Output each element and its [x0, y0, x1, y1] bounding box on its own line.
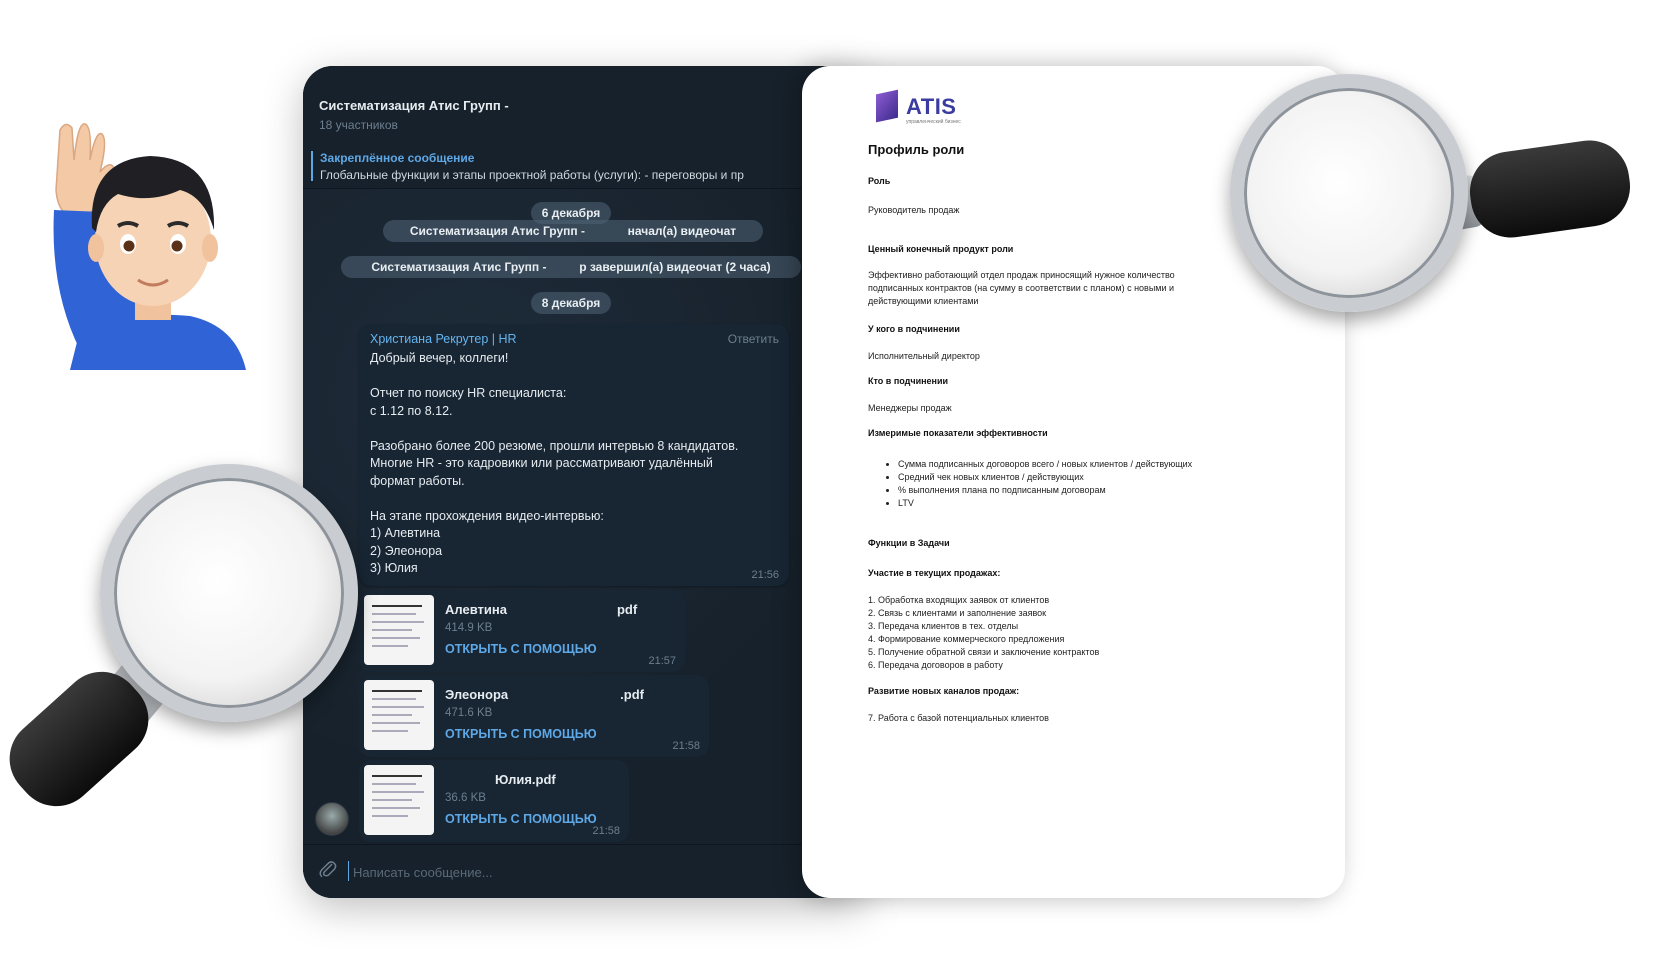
- list-item: 1. Обработка входящих заявок от клиентов: [868, 595, 1050, 605]
- service-right: начал(а) видеочат: [627, 224, 737, 238]
- list-item: 7. Работа с базой потенциальных клиентов: [868, 713, 1049, 723]
- section-heading: Измеримые показатели эффективности: [868, 428, 1048, 438]
- raising-hand-person-icon: [40, 120, 250, 370]
- pinned-title: Закреплённое сообщение: [320, 151, 475, 165]
- file-size: 414.9 KB: [445, 622, 493, 634]
- list-item: LTV: [898, 497, 1192, 510]
- reply-button[interactable]: Ответить: [728, 332, 779, 346]
- list-item: 2. Связь с клиентами и заполнение заявок: [868, 608, 1047, 618]
- file-size: 471.6 KB: [445, 707, 493, 719]
- file-time: 21:57: [648, 655, 676, 667]
- message-composer: [303, 844, 863, 898]
- file-time: 21:58: [592, 825, 620, 837]
- message-time: 21:56: [751, 569, 779, 581]
- file-name: Юлия.pdf: [495, 772, 556, 787]
- section-heading: У кого в подчинении: [868, 324, 960, 334]
- pdf-thumbnail[interactable]: [364, 595, 434, 665]
- section-heading: Роль: [868, 176, 891, 186]
- text-caret: [348, 861, 349, 881]
- service-left: Систематизация Атис Групп -: [371, 260, 547, 274]
- document-title: Профиль роли: [868, 142, 965, 157]
- new-channels-list: 7. Работа с базой потенциальных клиентов: [868, 712, 1049, 725]
- chat-window: Систематизация Атис Групп - 18 участнико…: [303, 66, 863, 898]
- message-bubble[interactable]: Христиана Рекрутер | HR Ответить Добрый …: [359, 324, 789, 586]
- atis-logo-text: ATIS: [906, 94, 957, 119]
- service-message-video-start: Систематизация Атис Групп - начал(а) вид…: [383, 220, 763, 242]
- file-name: Элеонора .pdf: [445, 687, 644, 702]
- magnifying-glass-icon: [1230, 74, 1650, 334]
- service-message-video-end: Систематизация Атис Групп - р завершил(а…: [341, 256, 801, 278]
- file-attachment[interactable]: Алевтина pdf 414.9 KB ОТКРЫТЬ С ПОМОЩЬЮ 2…: [359, 590, 685, 672]
- date-badge: 8 декабря: [531, 292, 611, 314]
- section-text: Эффективно работающий отдел продаж прино…: [868, 270, 1175, 280]
- section-text: Исполнительный директор: [868, 351, 980, 361]
- file-attachment[interactable]: Элеонора .pdf 471.6 KB ОТКРЫТЬ С ПОМОЩЬЮ …: [359, 675, 709, 757]
- service-right: р завершил(а) видеочат (2 часа): [579, 260, 771, 274]
- message-text: Добрый вечер, коллеги! Отчет по поиску H…: [370, 351, 739, 575]
- section-heading: Ценный конечный продукт роли: [868, 244, 1014, 254]
- list-item: 4. Формирование коммерческого предложени…: [868, 634, 1065, 644]
- current-sales-list: 1. Обработка входящих заявок от клиентов…: [868, 594, 1099, 672]
- file-name: Алевтина pdf: [445, 602, 638, 617]
- section-text: Менеджеры продаж: [868, 403, 952, 413]
- group-title: Систематизация Атис Групп -: [319, 98, 509, 113]
- section-text: Руководитель продаж: [868, 205, 960, 215]
- magnifying-glass-icon: [0, 464, 370, 844]
- paperclip-icon[interactable]: [317, 859, 341, 883]
- atis-logo-mark: [876, 89, 898, 123]
- member-count: 18 участников: [319, 118, 398, 132]
- message-author[interactable]: Христиана Рекрутер | HR: [370, 332, 517, 346]
- section-text: подписанных контрактов (на сумму в соотв…: [868, 283, 1175, 293]
- open-with-button[interactable]: ОТКРЫТЬ С ПОМОЩЬЮ: [445, 812, 597, 826]
- list-item: Сумма подписанных договоров всего / новы…: [898, 458, 1192, 471]
- pdf-thumbnail[interactable]: [364, 680, 434, 750]
- section-heading: Участие в текущих продажах:: [868, 568, 1001, 578]
- pinned-accent-bar: [311, 151, 313, 181]
- pinned-message[interactable]: Закреплённое сообщение Глобальные функци…: [303, 144, 863, 189]
- list-item: Средний чек новых клиентов / действующих: [898, 471, 1192, 484]
- list-item: 5. Получение обратной связи и заключение…: [868, 647, 1100, 657]
- file-attachment[interactable]: Юлия.pdf 36.6 KB ОТКРЫТЬ С ПОМОЩЬЮ 21:58: [359, 760, 629, 842]
- chat-header[interactable]: Систематизация Атис Групп - 18 участнико…: [303, 66, 863, 145]
- list-item: 6. Передача договоров в работу: [868, 660, 1003, 670]
- open-with-button[interactable]: ОТКРЫТЬ С ПОМОЩЬЮ: [445, 727, 597, 741]
- list-item: 3. Передача клиентов в тех. отделы: [868, 621, 1019, 631]
- service-left: Систематизация Атис Групп -: [409, 224, 585, 238]
- kpi-list: Сумма подписанных договоров всего / новы…: [884, 458, 1192, 510]
- file-time: 21:58: [672, 740, 700, 752]
- list-item: % выполнения плана по подписанным догово…: [898, 484, 1192, 497]
- section-heading: Кто в подчинении: [868, 376, 949, 386]
- message-input[interactable]: [351, 857, 815, 887]
- section-heading: Функции в Задачи: [868, 538, 950, 548]
- pdf-thumbnail[interactable]: [364, 765, 434, 835]
- open-with-button[interactable]: ОТКРЫТЬ С ПОМОЩЬЮ: [445, 642, 597, 656]
- pinned-text: Глобальные функции и этапы проектной раб…: [320, 168, 744, 182]
- file-size: 36.6 KB: [445, 792, 486, 804]
- atis-logo-subtitle: управленческий бизнес: [906, 119, 961, 125]
- section-heading: Развитие новых каналов продаж:: [868, 686, 1020, 696]
- section-text: действующими клиентами: [868, 296, 979, 306]
